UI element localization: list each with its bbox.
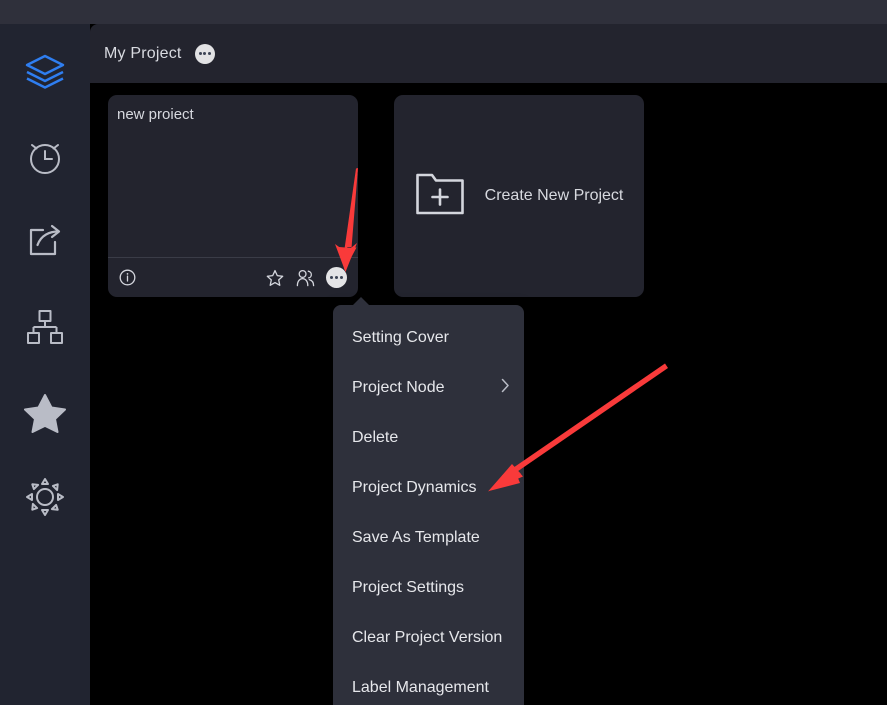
project-card[interactable]: new proiect	[108, 95, 358, 297]
menu-item-label: Project Settings	[352, 579, 465, 596]
sidebar-item-layers[interactable]	[13, 40, 77, 104]
menu-item-clear-project-version[interactable]: Clear Project Version	[333, 613, 524, 663]
project-context-menu: Setting Cover Project Node Delete Projec…	[333, 297, 524, 705]
header-bar: My Project	[90, 24, 887, 83]
header-ellipsis-icon[interactable]	[194, 43, 215, 64]
chevron-right-icon	[501, 378, 510, 396]
menu-item-delete[interactable]: Delete	[333, 413, 524, 463]
info-icon[interactable]	[119, 269, 136, 286]
star-icon	[23, 391, 67, 433]
folder-plus-icon	[415, 172, 465, 221]
menu-item-label: Project Dynamics	[352, 479, 477, 496]
sidebar	[0, 24, 90, 705]
gear-icon	[24, 476, 66, 518]
sidebar-item-settings[interactable]	[13, 465, 77, 529]
project-card-ellipsis-button[interactable]	[326, 267, 347, 288]
project-card-title: new proiect	[117, 106, 194, 123]
sidebar-item-recent[interactable]	[13, 125, 77, 189]
create-card-inner: Create New Project	[394, 95, 644, 297]
sidebar-item-favorites[interactable]	[13, 380, 77, 444]
sidebar-item-structure[interactable]	[13, 295, 77, 359]
page-title: My Project	[104, 44, 182, 62]
menu-item-label-management[interactable]: Label Management	[333, 663, 524, 705]
menu-item-project-node[interactable]: Project Node	[333, 363, 524, 413]
context-menu-caret	[352, 297, 370, 306]
sidebar-item-share[interactable]	[13, 210, 77, 274]
star-icon[interactable]	[266, 269, 284, 287]
window-top-strip	[0, 0, 887, 24]
menu-item-label: Project Node	[352, 379, 445, 396]
layers-icon	[23, 52, 67, 92]
ellipsis-dots	[330, 276, 343, 279]
create-new-project-card[interactable]: Create New Project	[394, 95, 644, 297]
menu-item-label: Clear Project Version	[352, 629, 503, 646]
menu-item-save-as-template[interactable]: Save As Template	[333, 513, 524, 563]
app-window: My Project new proiect Create New Projec…	[0, 0, 887, 705]
menu-item-label: Delete	[352, 429, 399, 446]
menu-item-project-dynamics[interactable]: Project Dynamics	[333, 463, 524, 513]
create-new-project-label: Create New Project	[484, 187, 624, 204]
ellipsis-dots	[198, 52, 211, 55]
alarm-clock-icon	[24, 136, 66, 178]
project-card-footer	[108, 257, 358, 297]
menu-item-project-settings[interactable]: Project Settings	[333, 563, 524, 613]
people-icon[interactable]	[296, 269, 315, 287]
share-export-icon	[24, 221, 66, 263]
menu-item-setting-cover[interactable]: Setting Cover	[333, 313, 524, 363]
org-chart-icon	[24, 306, 66, 348]
menu-item-label: Label Management	[352, 679, 489, 696]
menu-item-label: Setting Cover	[352, 329, 449, 346]
menu-item-label: Save As Template	[352, 529, 480, 546]
